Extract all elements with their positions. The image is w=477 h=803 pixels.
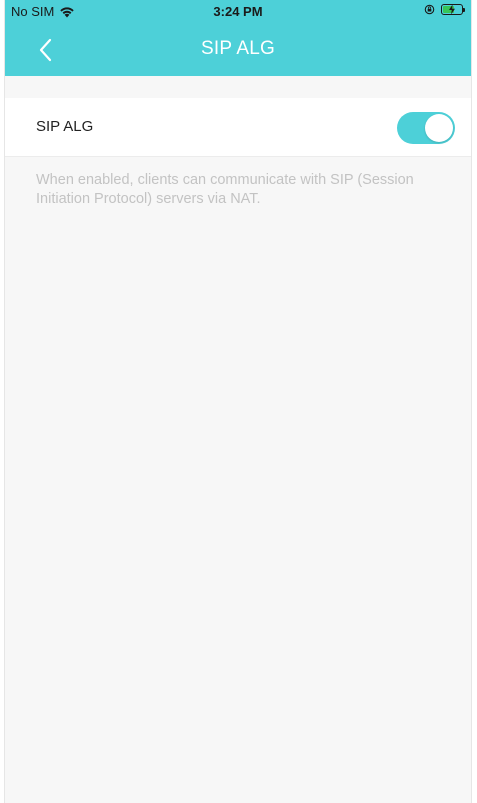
status-icons [424,4,465,15]
sip-alg-setting-row: SIP ALG [5,98,471,157]
charging-bolt-icon [449,4,455,15]
app-screen: No SIM 3:24 PM SIP ALG SIP ALG When enab… [4,0,472,803]
status-bar: No SIM 3:24 PM [5,0,471,24]
header: No SIM 3:24 PM SIP ALG [5,0,471,76]
status-time: 3:24 PM [213,4,263,19]
sip-alg-label: SIP ALG [36,118,94,135]
page-title: SIP ALG [201,38,275,59]
battery-charging-icon [441,4,465,15]
toggle-knob [425,114,453,142]
rotation-lock-icon [424,4,435,15]
sip-alg-description: When enabled, clients can communicate wi… [36,172,414,207]
nav-bar: SIP ALG [5,24,471,76]
sip-alg-toggle[interactable] [397,112,455,144]
